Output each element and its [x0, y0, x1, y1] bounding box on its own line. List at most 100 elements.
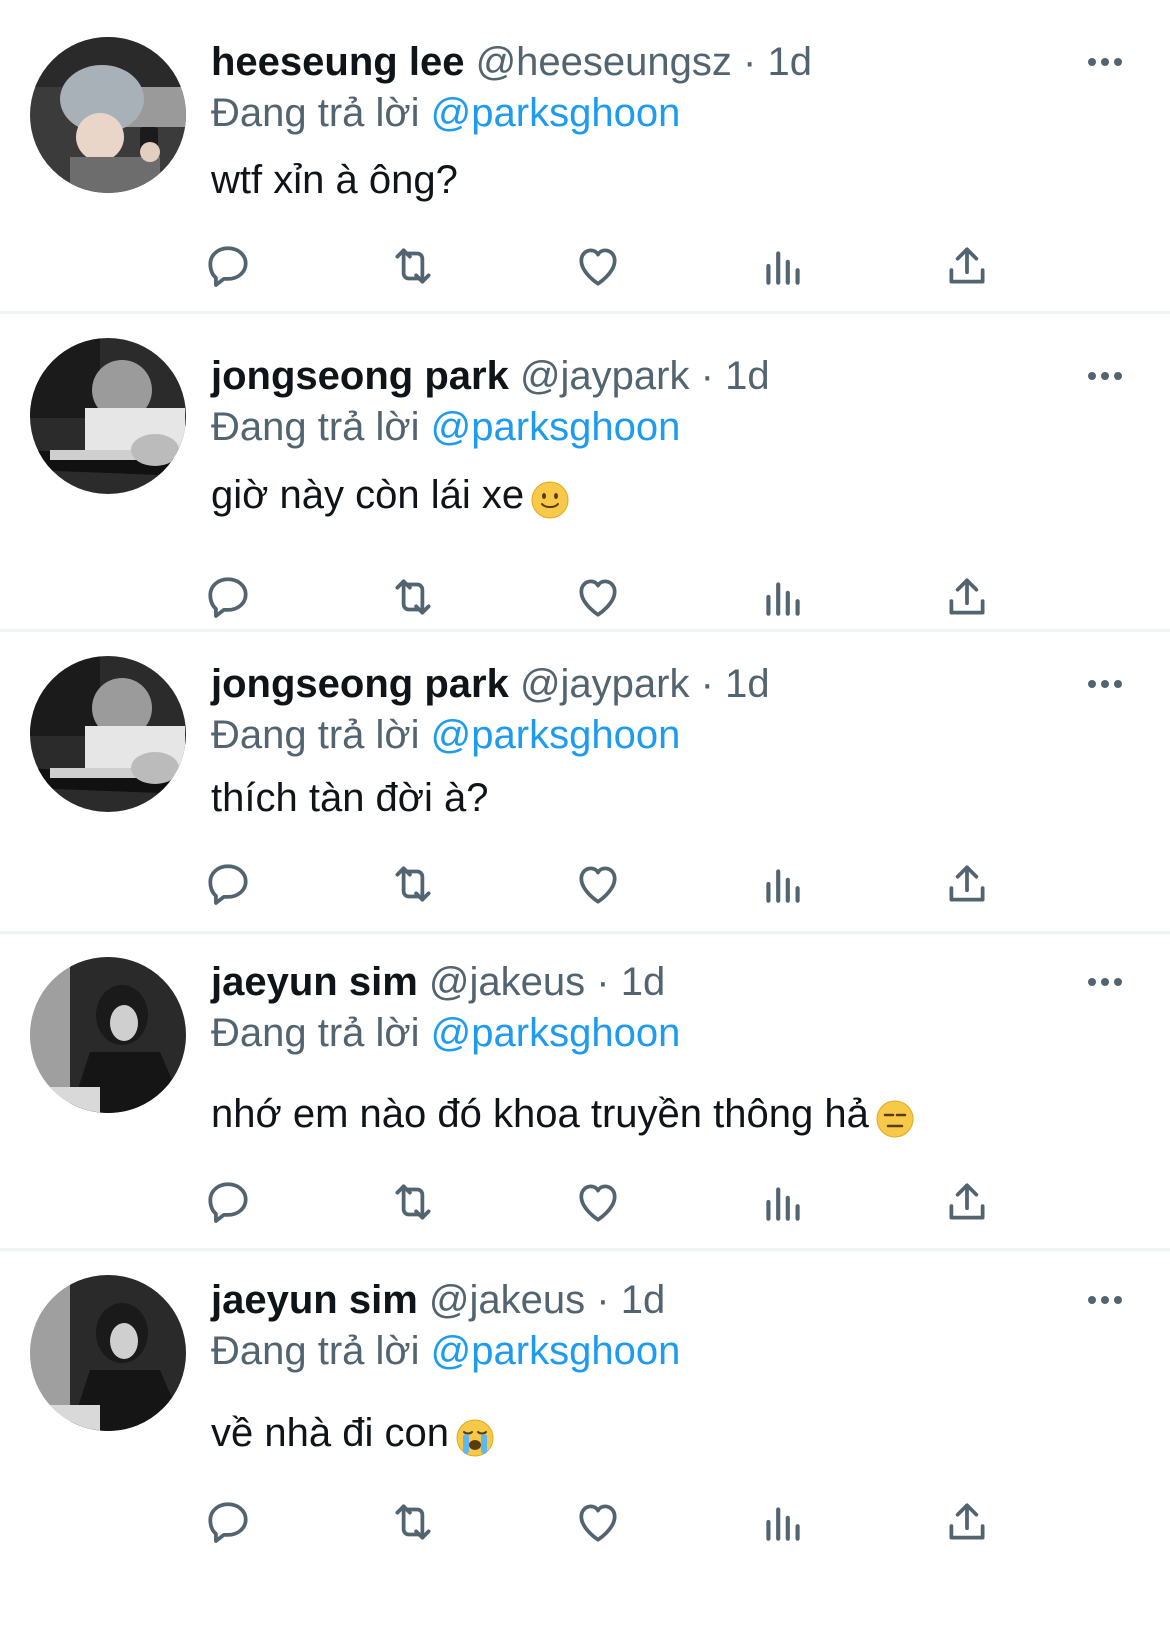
more-options-button[interactable]	[1085, 52, 1129, 72]
tweet-text: thích tàn đời à?	[211, 768, 489, 828]
display-name[interactable]: jaeyun sim	[211, 1278, 418, 1322]
avatar[interactable]	[30, 1275, 186, 1431]
timestamp[interactable]: 1d	[621, 960, 666, 1004]
share-button[interactable]	[937, 1172, 997, 1232]
user-handle[interactable]: @jakeus	[429, 1278, 585, 1322]
retweet-button[interactable]	[383, 236, 443, 296]
more-options-button[interactable]	[1085, 674, 1129, 694]
tweet[interactable]: jongseong park @jaypark · 1d Đang trả lờ…	[0, 314, 1170, 632]
tweet-text: giờ này còn lái xe	[211, 465, 570, 525]
reply-mention-link[interactable]: @parksghoon	[431, 405, 681, 449]
analytics-icon	[758, 572, 808, 622]
analytics-icon	[758, 859, 808, 909]
more-options-button[interactable]	[1085, 366, 1129, 386]
user-handle[interactable]: @jaypark	[520, 354, 690, 398]
like-button[interactable]	[568, 236, 628, 296]
reply-mention-link[interactable]: @parksghoon	[431, 713, 681, 757]
tweet-header: jaeyun sim @jakeus · 1d	[211, 1273, 665, 1327]
more-dots-icon	[1088, 1296, 1122, 1304]
reply-mention-link[interactable]: @parksghoon	[431, 91, 681, 135]
heart-icon	[573, 1177, 623, 1227]
reply-button[interactable]	[198, 1492, 258, 1552]
reply-button[interactable]	[198, 1172, 258, 1232]
analytics-icon	[758, 1497, 808, 1547]
retweet-icon	[388, 1497, 438, 1547]
reply-button[interactable]	[198, 567, 258, 627]
display-name[interactable]: heeseung lee	[211, 40, 464, 84]
tweet-header: heeseung lee @heeseungsz · 1d	[211, 35, 812, 89]
tweet[interactable]: jaeyun sim @jakeus · 1d Đang trả lời @pa…	[0, 1251, 1170, 1626]
tweet-text-content: nhớ em nào đó khoa truyền thông hả	[211, 1092, 869, 1136]
avatar[interactable]	[30, 957, 186, 1113]
reply-mention-link[interactable]: @parksghoon	[431, 1329, 681, 1373]
avatar[interactable]	[30, 37, 186, 193]
views-button[interactable]	[753, 236, 813, 296]
display-name[interactable]: jongseong park	[211, 662, 509, 706]
retweet-button[interactable]	[383, 567, 443, 627]
reply-icon	[203, 241, 253, 291]
tweet-header: jongseong park @jaypark · 1d	[211, 349, 770, 403]
user-handle[interactable]: @heeseungsz	[476, 40, 732, 84]
analytics-icon	[758, 1177, 808, 1227]
more-dots-icon	[1088, 978, 1122, 986]
replying-to: Đang trả lời @parksghoon	[211, 400, 680, 454]
display-name[interactable]: jaeyun sim	[211, 960, 418, 1004]
retweet-button[interactable]	[383, 1172, 443, 1232]
more-options-button[interactable]	[1085, 1290, 1129, 1310]
views-button[interactable]	[753, 854, 813, 914]
reply-icon	[203, 572, 253, 622]
timestamp[interactable]: 1d	[725, 662, 770, 706]
timestamp[interactable]: 1d	[767, 40, 812, 84]
like-button[interactable]	[568, 1492, 628, 1552]
share-button[interactable]	[937, 854, 997, 914]
more-options-button[interactable]	[1085, 972, 1129, 992]
tweet[interactable]: jongseong park @jaypark · 1d Đang trả lờ…	[0, 632, 1170, 934]
tweet-actions	[0, 567, 1170, 627]
tweet[interactable]: heeseung lee @heeseungsz · 1d Đang trả l…	[0, 0, 1170, 314]
reply-prefix: Đang trả lời	[211, 1011, 420, 1055]
views-button[interactable]	[753, 1172, 813, 1232]
like-button[interactable]	[568, 854, 628, 914]
tweet-header: jongseong park @jaypark · 1d	[211, 657, 770, 711]
share-icon	[942, 1497, 992, 1547]
tweet[interactable]: jaeyun sim @jakeus · 1d Đang trả lời @pa…	[0, 934, 1170, 1251]
separator-dot: ·	[743, 40, 757, 84]
like-button[interactable]	[568, 567, 628, 627]
reply-prefix: Đang trả lời	[211, 713, 420, 757]
timestamp[interactable]: 1d	[621, 1278, 666, 1322]
display-name[interactable]: jongseong park	[211, 354, 509, 398]
reply-prefix: Đang trả lời	[211, 91, 420, 135]
share-button[interactable]	[937, 567, 997, 627]
tweet-text-content: về nhà đi con	[211, 1411, 449, 1455]
share-button[interactable]	[937, 236, 997, 296]
views-button[interactable]	[753, 1492, 813, 1552]
tweet-actions	[0, 236, 1170, 296]
replying-to: Đang trả lời @parksghoon	[211, 1324, 680, 1378]
avatar[interactable]	[30, 656, 186, 812]
tweet-text: nhớ em nào đó khoa truyền thông hả	[211, 1084, 915, 1144]
retweet-button[interactable]	[383, 854, 443, 914]
timestamp[interactable]: 1d	[725, 354, 770, 398]
reply-button[interactable]	[198, 236, 258, 296]
user-handle[interactable]: @jakeus	[429, 960, 585, 1004]
emoji-expressionless-face	[875, 1096, 915, 1138]
emoji-slightly-smiling-face	[530, 477, 570, 519]
tweet-actions	[0, 1172, 1170, 1232]
user-handle[interactable]: @jaypark	[520, 662, 690, 706]
like-button[interactable]	[568, 1172, 628, 1232]
views-button[interactable]	[753, 567, 813, 627]
avatar[interactable]	[30, 338, 186, 494]
share-button[interactable]	[937, 1492, 997, 1552]
reply-button[interactable]	[198, 854, 258, 914]
separator-dot: ·	[596, 1278, 610, 1322]
heart-icon	[573, 572, 623, 622]
tweet-text-content: giờ này còn lái xe	[211, 473, 525, 517]
analytics-icon	[758, 241, 808, 291]
more-dots-icon	[1088, 680, 1122, 688]
retweet-button[interactable]	[383, 1492, 443, 1552]
tweet-text-content: wtf xỉn à ông?	[211, 158, 458, 202]
reply-mention-link[interactable]: @parksghoon	[431, 1011, 681, 1055]
retweet-icon	[388, 859, 438, 909]
separator-dot: ·	[596, 960, 610, 1004]
heart-icon	[573, 1497, 623, 1547]
